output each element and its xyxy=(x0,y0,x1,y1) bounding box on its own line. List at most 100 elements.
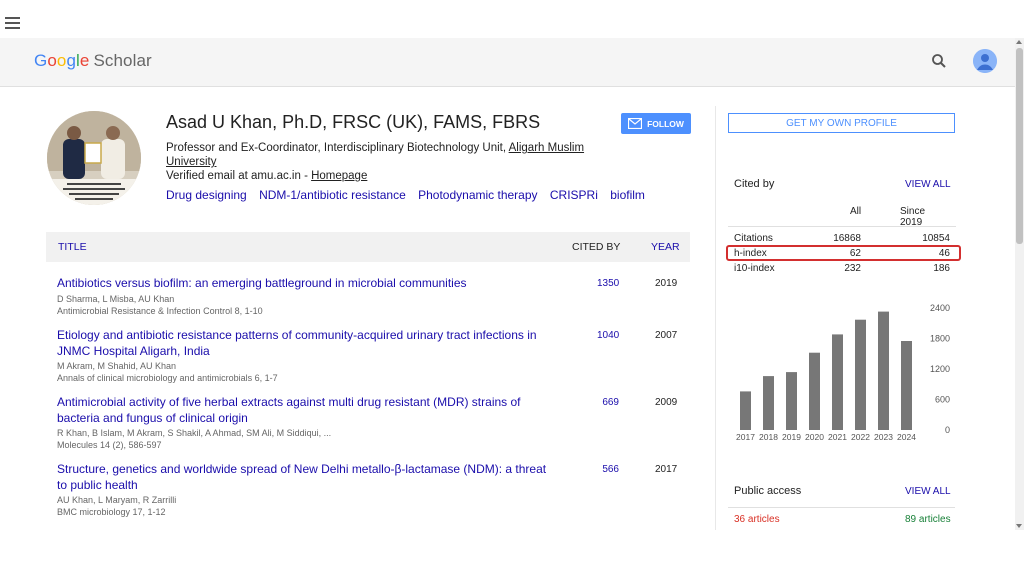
interest-link[interactable]: biofilm xyxy=(610,188,645,202)
stat-label: Citations xyxy=(734,233,773,244)
chart-x-tick-label: 2023 xyxy=(874,432,893,442)
chart-y-tick-label: 0 xyxy=(945,425,950,435)
stat-since: 186 xyxy=(933,263,950,274)
article-source: Antimicrobial Resistance & Infection Con… xyxy=(57,305,263,316)
follow-button[interactable]: FOLLOW xyxy=(621,113,691,134)
col-all: All xyxy=(850,206,862,217)
chart-bar-2024[interactable] xyxy=(901,341,912,430)
article-title[interactable]: Etiology and antibiotic resistance patte… xyxy=(57,328,557,359)
article-year: 2009 xyxy=(655,397,678,408)
affiliation-text: Professor and Ex-Coordinator, Interdisci… xyxy=(166,142,509,154)
sort-by-cited[interactable]: CITED BY xyxy=(572,241,620,253)
profile-photo xyxy=(47,111,141,205)
get-my-own-profile-button[interactable]: GET MY OWN PROFILE xyxy=(728,113,955,133)
article-title[interactable]: Antimicrobial activity of five herbal ex… xyxy=(57,395,557,426)
stat-label: i10-index xyxy=(734,263,775,274)
research-interests: Drug designing NDM-1/antibiotic resistan… xyxy=(166,188,654,202)
interest-link[interactable]: Drug designing xyxy=(166,188,247,202)
top-whitespace xyxy=(0,0,1024,38)
chart-bar-2017[interactable] xyxy=(740,391,751,430)
article-source: Annals of clinical microbiology and anti… xyxy=(57,373,278,383)
chart-x-tick-label: 2019 xyxy=(782,432,801,442)
cited-by-count[interactable]: 1040 xyxy=(597,330,619,341)
chart-x-tick-label: 2020 xyxy=(805,432,824,442)
follow-mail-icon xyxy=(628,118,643,129)
table-row: Antibiotics versus biofilm: an emerging … xyxy=(57,276,689,316)
col-since: Since 2019 xyxy=(900,206,926,228)
not-available-articles[interactable]: 36 articles xyxy=(734,514,780,525)
chart-x-tick-label: 2017 xyxy=(736,432,755,442)
chart-bar-2019[interactable] xyxy=(786,372,797,430)
chart-y-tick-label: 1200 xyxy=(930,364,950,374)
sidebar-divider xyxy=(715,106,716,530)
chart-x-tick-label: 2018 xyxy=(759,432,778,442)
article-source: BMC microbiology 17, 1-12 xyxy=(57,507,166,517)
account-avatar[interactable] xyxy=(973,49,997,73)
table-row: Etiology and antibiotic resistance patte… xyxy=(57,328,689,383)
menu-icon[interactable] xyxy=(5,17,20,29)
article-year: 2017 xyxy=(655,464,678,475)
interest-link[interactable]: Photodynamic therapy xyxy=(418,188,537,202)
sort-by-year[interactable]: YEAR xyxy=(651,241,680,253)
chart-y-tick-label: 2400 xyxy=(930,303,950,313)
chart-y-tick-label: 600 xyxy=(935,395,950,405)
article-authors: R Khan, B Islam, M Akram, S Shakil, A Ah… xyxy=(57,428,332,438)
google-scholar-logo[interactable]: Google Scholar xyxy=(34,51,152,71)
homepage-link[interactable]: Homepage xyxy=(311,170,367,182)
stat-all: 16868 xyxy=(833,233,861,244)
verified-email: Verified email at amu.ac.in - Homepage xyxy=(166,170,367,182)
citation-stats-table: All Since 2019 Citations 16868 10854 h-i… xyxy=(728,206,956,278)
table-row: Antimicrobial activity of five herbal ex… xyxy=(57,395,689,450)
chart-bar-2020[interactable] xyxy=(809,352,820,430)
chart-bar-2022[interactable] xyxy=(855,319,866,430)
public-access-view-all-link[interactable]: VIEW ALL xyxy=(905,486,951,497)
article-year: 2007 xyxy=(655,330,678,341)
stats-row-i10-index: i10-index 232 186 xyxy=(734,263,950,278)
stats-header: All Since 2019 xyxy=(734,206,950,228)
interest-link[interactable]: NDM-1/antibiotic resistance xyxy=(259,188,406,202)
cited-by-count[interactable]: 1350 xyxy=(597,278,619,289)
stat-since: 10854 xyxy=(922,233,950,244)
chart-bar-2021[interactable] xyxy=(832,334,843,430)
chart-x-tick-label: 2022 xyxy=(851,432,870,442)
chart-bar-2018[interactable] xyxy=(763,376,774,430)
profile-name: Asad U Khan, Ph.D, FRSC (UK), FAMS, FBRS xyxy=(166,112,541,132)
citations-per-year-chart: 2017 2018 2019 2020 2021 2022 2023 2024 0 600 1200… xyxy=(736,303,950,442)
article-authors: AU Khan, L Maryam, R Zarrilli xyxy=(57,495,177,505)
chart-bar-2023[interactable] xyxy=(878,311,889,430)
interest-link[interactable]: CRISPRi xyxy=(550,188,598,202)
profile-affiliation: Professor and Ex-Coordinator, Interdisci… xyxy=(166,141,596,169)
app-bar xyxy=(0,38,1015,87)
scrollbar-thumb[interactable] xyxy=(1016,48,1023,244)
article-authors: M Akram, M Shahid, AU Khan xyxy=(57,361,177,371)
stats-divider xyxy=(728,226,956,227)
logo-scholar-text: Scholar xyxy=(93,51,152,70)
article-title[interactable]: Structure, genetics and worldwide spread… xyxy=(57,462,557,493)
sort-by-title[interactable]: TITLE xyxy=(58,241,87,253)
article-authors: D Sharma, L Misba, AU Khan xyxy=(57,293,175,304)
available-articles[interactable]: 89 articles xyxy=(905,514,951,525)
article-year: 2019 xyxy=(655,278,678,289)
h-index-highlight-box xyxy=(726,245,961,261)
cited-by-view-all-link[interactable]: VIEW ALL xyxy=(905,179,951,190)
chart-x-tick-label: 2021 xyxy=(828,432,847,442)
cited-by-heading: Cited by xyxy=(734,178,775,190)
follow-label: FOLLOW xyxy=(647,118,684,129)
search-icon[interactable] xyxy=(931,53,947,69)
cited-by-count[interactable]: 669 xyxy=(597,397,619,408)
bottom-whitespace xyxy=(0,530,1024,576)
scroll-up-arrow[interactable] xyxy=(1016,40,1022,44)
stat-all: 232 xyxy=(844,263,861,274)
public-access-heading: Public access xyxy=(734,485,802,497)
article-source: Molecules 14 (2), 586-597 xyxy=(57,440,162,450)
articles-table-header: TITLE CITED BY YEAR xyxy=(46,232,690,262)
article-title[interactable]: Antibiotics versus biofilm: an emerging … xyxy=(57,276,557,292)
cited-by-count[interactable]: 566 xyxy=(597,464,619,475)
scroll-down-arrow[interactable] xyxy=(1016,524,1022,528)
public-access-divider xyxy=(728,507,955,508)
scrollbar[interactable] xyxy=(1015,38,1024,530)
chart-y-tick-label: 1800 xyxy=(930,334,950,344)
verified-text: Verified email at amu.ac.in - xyxy=(166,170,312,182)
chart-x-tick-label: 2024 xyxy=(897,432,916,442)
table-row: Structure, genetics and worldwide spread… xyxy=(57,462,689,517)
